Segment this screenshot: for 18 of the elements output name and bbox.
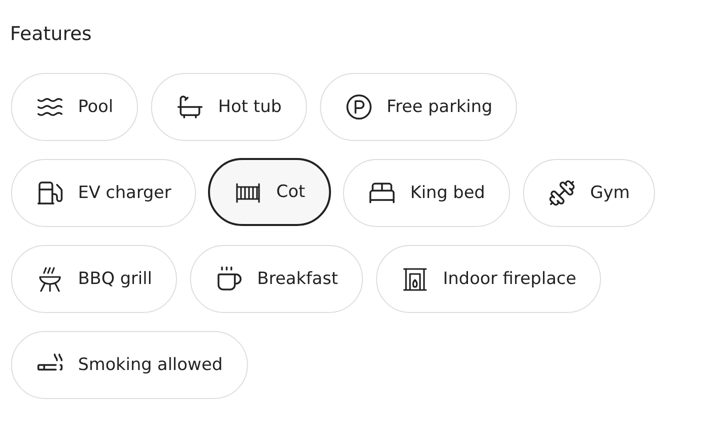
feature-chip[interactable]: EV charger — [11, 159, 196, 227]
feature-chip[interactable]: King bed — [343, 159, 510, 227]
feature-chip[interactable]: Indoor fireplace — [376, 245, 602, 313]
parking-icon — [344, 93, 373, 121]
coffee-icon — [215, 265, 244, 293]
feature-chip[interactable]: Hot tub — [151, 73, 307, 141]
feature-chip[interactable]: Gym — [523, 159, 655, 227]
feature-chip[interactable]: Free parking — [320, 73, 518, 141]
grill-icon — [36, 265, 64, 293]
feature-chip[interactable]: Smoking allowed — [11, 331, 248, 399]
feature-chip[interactable]: Breakfast — [190, 245, 363, 313]
feature-chip[interactable]: Pool — [11, 73, 138, 141]
section-title: Features — [10, 22, 93, 47]
dumbbell-icon — [548, 179, 576, 207]
bathtub-icon — [176, 93, 204, 121]
fireplace-icon — [401, 265, 429, 293]
feature-chip[interactable]: BBQ grill — [11, 245, 178, 313]
feature-chip[interactable]: Cot — [208, 158, 332, 226]
